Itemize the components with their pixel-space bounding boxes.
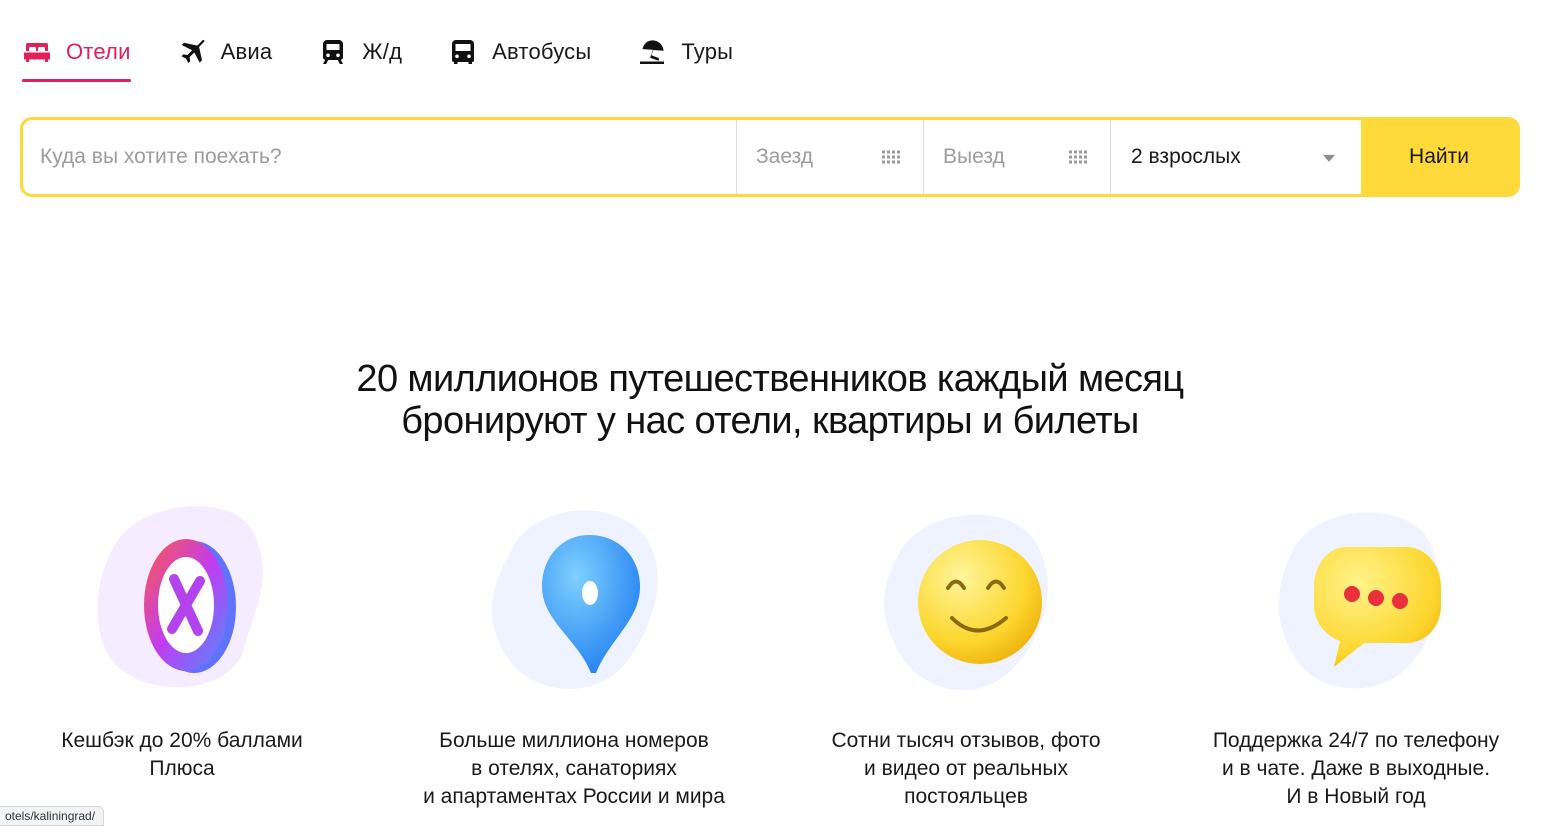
beach-umbrella-icon — [637, 37, 667, 67]
feature-rooms: Больше миллиона номеров в отелях, санато… — [384, 495, 764, 811]
feature-text-line: постояльцев — [904, 785, 1028, 808]
headline-line: бронируют у нас отели, квартиры и билеты — [401, 400, 1139, 442]
tab-label: Авиа — [220, 39, 273, 64]
feature-text-line: Больше миллиона номеров — [439, 729, 709, 752]
guests-value: 2 взрослых — [1131, 145, 1241, 168]
checkout-field[interactable]: Выезд — [924, 120, 1111, 194]
map-pin-icon — [474, 495, 674, 700]
airplane-icon — [177, 37, 207, 67]
tab-bus[interactable]: Автобусы — [448, 28, 591, 76]
checkin-field[interactable]: Заезд — [737, 120, 924, 194]
feature-text-line: И в Новый год — [1286, 785, 1426, 808]
plus-cashback-icon — [82, 495, 282, 700]
checkout-placeholder: Выезд — [943, 145, 1005, 168]
destination-field — [23, 120, 737, 194]
caret-down-icon — [1323, 154, 1335, 162]
tab-avia[interactable]: Авиа — [177, 28, 273, 76]
feature-support: Поддержка 24/7 по телефону и в чате. Даж… — [1166, 495, 1546, 811]
feature-text: Кешбэк до 20% баллами Плюса — [0, 727, 372, 783]
checkin-placeholder: Заезд — [756, 145, 814, 168]
train-icon — [318, 37, 348, 67]
hotel-search-form: Заезд Выезд 2 взрослых Найти — [20, 117, 1520, 197]
find-button[interactable]: Найти — [1361, 120, 1517, 194]
feature-text: Поддержка 24/7 по телефону и в чате. Даж… — [1166, 727, 1546, 811]
tab-tours[interactable]: Туры — [637, 28, 733, 76]
calendar-icon — [882, 150, 900, 164]
chat-bubble-icon — [1256, 495, 1456, 700]
feature-text-line: Кешбэк до 20% баллами — [61, 729, 303, 752]
feature-text: Сотни тысяч отзывов, фото и видео от реа… — [776, 727, 1156, 811]
feature-text-line: Сотни тысяч отзывов, фото — [831, 729, 1101, 752]
calendar-icon — [1069, 150, 1087, 164]
status-url-tooltip: otels/kaliningrad/ — [0, 806, 105, 826]
bus-icon — [448, 37, 478, 67]
tab-hotels[interactable]: Отели — [22, 28, 131, 82]
smiley-icon — [866, 495, 1066, 700]
headline-line: 20 миллионов путешественников каждый мес… — [356, 358, 1184, 400]
feature-text-line: и в чате. Даже в выходные. — [1221, 757, 1491, 780]
feature-text-line: в отелях, санаториях — [471, 757, 677, 780]
page-headline: 20 миллионов путешественников каждый мес… — [0, 358, 1540, 442]
service-tabs: Отели Авиа Ж/д Автобусы Туры — [22, 28, 779, 84]
guests-select[interactable]: 2 взрослых — [1111, 120, 1361, 194]
feature-reviews: Сотни тысяч отзывов, фото и видео от реа… — [776, 495, 1156, 811]
feature-text-line: Плюса — [149, 757, 215, 780]
bed-icon — [22, 37, 52, 67]
tab-label: Автобусы — [492, 39, 592, 64]
feature-text-line: и апартаментах России и мира — [423, 785, 725, 808]
tab-label: Отели — [66, 39, 131, 64]
feature-text: Больше миллиона номеров в отелях, санато… — [384, 727, 764, 811]
tab-label: Туры — [681, 39, 734, 64]
destination-input[interactable] — [23, 120, 736, 194]
feature-cashback: Кешбэк до 20% баллами Плюса — [0, 495, 372, 783]
feature-text-line: и видео от реальных — [864, 757, 1068, 780]
tab-label: Ж/д — [362, 39, 403, 64]
tab-train[interactable]: Ж/д — [318, 28, 402, 76]
feature-text-line: Поддержка 24/7 по телефону — [1212, 729, 1500, 752]
